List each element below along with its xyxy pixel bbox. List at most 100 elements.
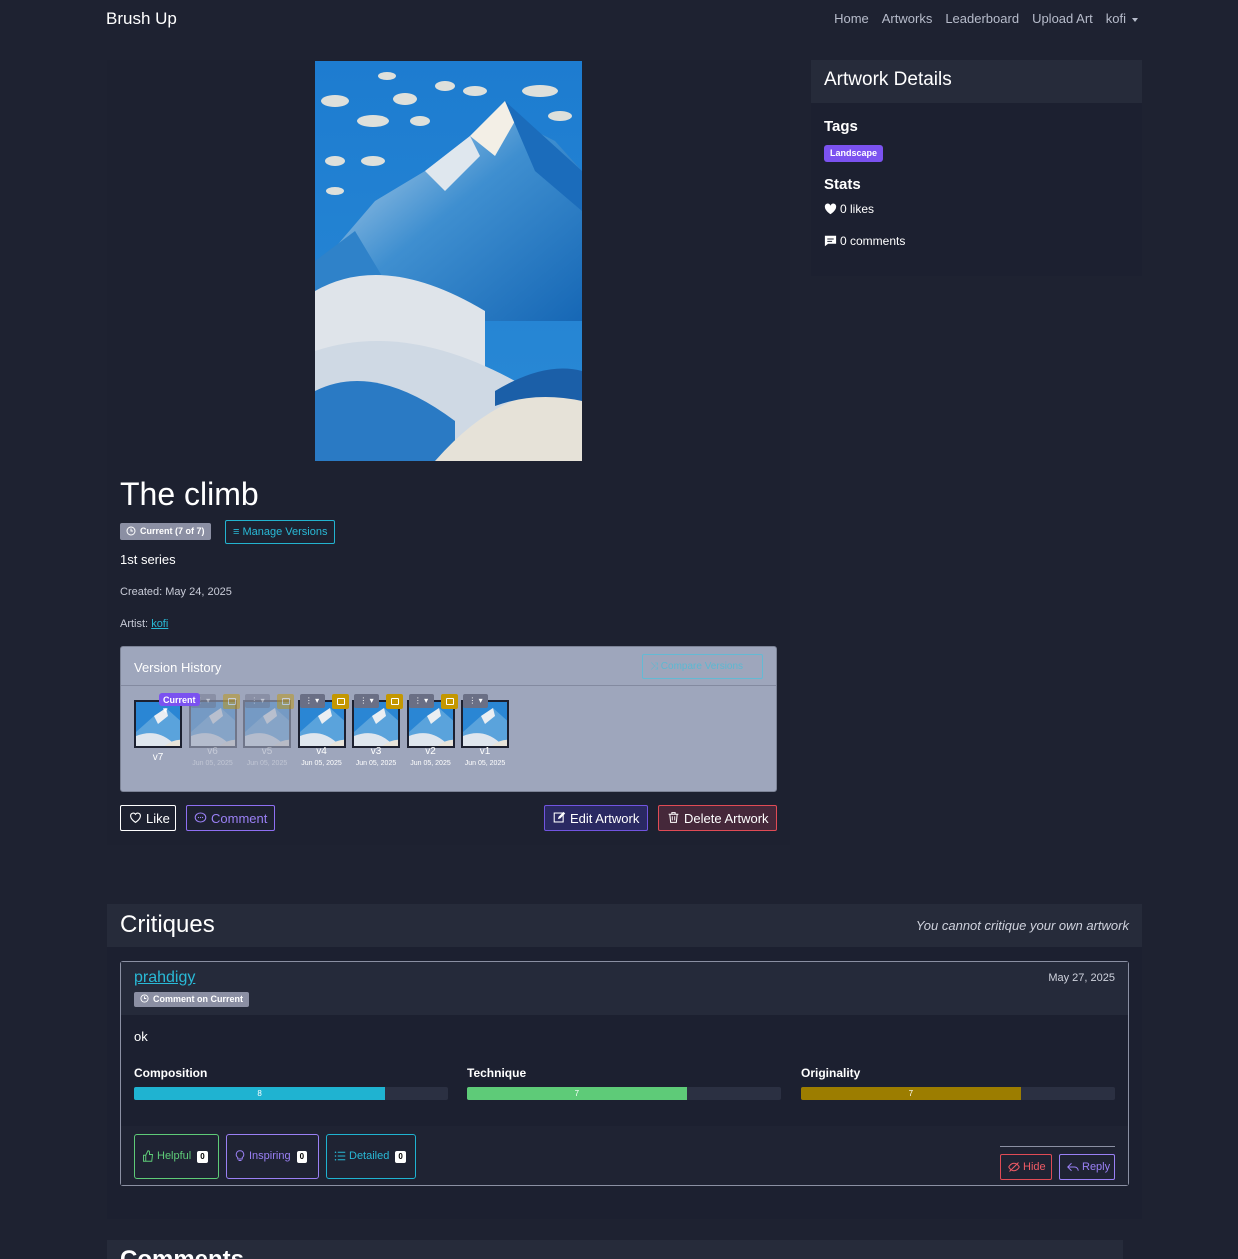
comments-title: Comments xyxy=(120,1246,244,1259)
detailed-label: Detailed xyxy=(349,1150,390,1162)
helpful-label: Helpful xyxy=(157,1150,192,1162)
delete-artwork-label: Delete Artwork xyxy=(684,811,769,826)
comment-indicator-icon xyxy=(440,694,458,709)
version-badge: Current (7 of 7) xyxy=(120,523,211,540)
lightbulb-icon xyxy=(235,1150,245,1161)
comment-label: Comment xyxy=(211,811,268,826)
critique-note: You cannot critique your own artwork xyxy=(915,918,1129,933)
like-button[interactable]: Like xyxy=(120,805,176,831)
artwork-details-card: Artwork Details Tags Landscape Stats 0 l… xyxy=(811,60,1142,276)
critique-card: prahdigy May 27, 2025 Comment on Current… xyxy=(120,961,1129,1186)
composition-label: Composition xyxy=(134,1066,208,1080)
artwork-panel: The climb Current (7 of 7) ≡ Manage Vers… xyxy=(107,60,790,845)
version-menu-icon[interactable]: ⋮ ▾ xyxy=(354,694,379,708)
critique-version-label: Comment on Current xyxy=(153,994,243,1004)
hide-button[interactable]: Hide xyxy=(1000,1154,1052,1180)
comments-stat: 0 comments xyxy=(824,234,905,248)
comments-header: Comments xyxy=(107,1240,1123,1259)
helpful-count: 0 xyxy=(197,1151,208,1163)
critique-date: May 27, 2025 xyxy=(1048,972,1115,984)
version-label: v5 xyxy=(261,746,273,757)
version-label: v1 xyxy=(479,746,491,757)
edit-icon xyxy=(553,811,566,823)
current-version-pill[interactable]: Current ▾ xyxy=(159,693,200,715)
eye-slash-icon xyxy=(1008,1162,1020,1172)
comment-indicator-icon xyxy=(331,694,349,709)
thumbs-up-icon xyxy=(143,1150,154,1162)
clock-icon xyxy=(140,994,149,1003)
version-history-header: Version History ⤨ Compare Versions xyxy=(121,647,776,686)
comment-button[interactable]: Comment xyxy=(186,805,275,831)
reply-icon xyxy=(1067,1162,1079,1172)
helpful-button[interactable]: Helpful 0 xyxy=(134,1134,219,1179)
user-menu[interactable]: kofi xyxy=(1106,11,1138,26)
edit-artwork-label: Edit Artwork xyxy=(570,811,640,826)
nav-leaderboard[interactable]: Leaderboard xyxy=(945,11,1019,26)
list-icon xyxy=(334,1151,346,1161)
detailed-count: 0 xyxy=(395,1151,406,1163)
likes-stat: 0 likes xyxy=(824,202,874,216)
composition-bar: 8 xyxy=(134,1087,448,1100)
artist-link[interactable]: kofi xyxy=(151,618,168,630)
version-menu-icon[interactable]: ⋮ ▾ xyxy=(245,694,270,708)
message-icon xyxy=(824,235,837,247)
artwork-details-title: Artwork Details xyxy=(824,69,952,90)
nav-links: Home Artworks Leaderboard Upload Art kof… xyxy=(834,11,1138,26)
artist-line: Artist: kofi xyxy=(120,618,168,630)
created-label: Created: xyxy=(120,586,163,598)
version-label: v2 xyxy=(425,746,436,757)
critiques-title: Critiques xyxy=(120,911,215,938)
artwork-details-header: Artwork Details xyxy=(811,60,1142,103)
tag-badge[interactable]: Landscape xyxy=(824,145,884,162)
version-date: Jun 05, 2025 xyxy=(301,760,342,767)
originality-bar: 7 xyxy=(801,1087,1115,1100)
chevron-down-icon xyxy=(1132,17,1138,22)
shuffle-icon: ⤨ xyxy=(650,661,661,672)
comment-indicator-icon xyxy=(386,694,403,709)
critiques-header: Critiques You cannot critique your own a… xyxy=(107,904,1142,947)
detailed-button[interactable]: Detailed 0 xyxy=(326,1134,416,1179)
artwork-description: 1st series xyxy=(120,552,176,567)
tags-heading: Tags xyxy=(824,118,858,135)
version-badge-label: Current (7 of 7) xyxy=(140,526,205,536)
reply-label: Reply xyxy=(1082,1161,1111,1173)
brand-logo[interactable]: Brush Up xyxy=(106,9,177,29)
composition-fill: 8 xyxy=(134,1087,386,1100)
version-label: v3 xyxy=(370,746,382,757)
navbar: Brush Up Home Artworks Leaderboard Uploa… xyxy=(0,0,1238,38)
critique-text: ok xyxy=(134,1029,148,1044)
inspiring-button[interactable]: Inspiring 0 xyxy=(226,1134,319,1179)
artwork-title: The climb xyxy=(120,476,259,512)
technique-label: Technique xyxy=(467,1066,527,1080)
inspiring-label: Inspiring xyxy=(249,1150,291,1162)
version-label: v6 xyxy=(207,746,218,757)
version-label: v4 xyxy=(316,746,327,757)
version-thumbnail[interactable] xyxy=(134,700,182,748)
artist-label: Artist: xyxy=(120,618,149,630)
compare-versions-button[interactable]: ⤨ Compare Versions xyxy=(642,654,763,679)
version-menu-icon[interactable]: ⋮ ▾ xyxy=(463,694,488,708)
reply-button[interactable]: Reply xyxy=(1059,1154,1115,1180)
critique-author-link[interactable]: prahdigy xyxy=(134,969,195,987)
manage-versions-button[interactable]: ≡ Manage Versions xyxy=(225,520,336,544)
heart-icon xyxy=(824,203,837,215)
compare-versions-label: Compare Versions xyxy=(660,661,744,672)
delete-artwork-button[interactable]: Delete Artwork xyxy=(658,805,777,831)
edit-artwork-button[interactable]: Edit Artwork xyxy=(544,805,648,831)
comment-indicator-icon xyxy=(277,694,294,709)
critique-version-badge: Comment on Current xyxy=(134,992,249,1007)
artwork-image xyxy=(315,61,582,461)
trash-icon xyxy=(668,812,679,823)
version-history-panel: Version History ⤨ Compare Versions v7 v6 J… xyxy=(120,646,777,792)
nav-home[interactable]: Home xyxy=(834,11,869,26)
like-label: Like xyxy=(146,811,170,826)
divider xyxy=(1000,1146,1115,1147)
version-date: Jun 05, 2025 xyxy=(464,760,506,767)
manage-versions-label: Manage Versions xyxy=(242,526,328,538)
created-value: May 24, 2025 xyxy=(165,586,232,598)
nav-upload-art[interactable]: Upload Art xyxy=(1032,11,1093,26)
version-menu-icon[interactable]: ⋮ ▾ xyxy=(299,694,325,708)
chat-icon xyxy=(194,812,207,823)
nav-artworks[interactable]: Artworks xyxy=(882,11,933,26)
version-menu-icon[interactable]: ⋮ ▾ xyxy=(408,694,434,708)
